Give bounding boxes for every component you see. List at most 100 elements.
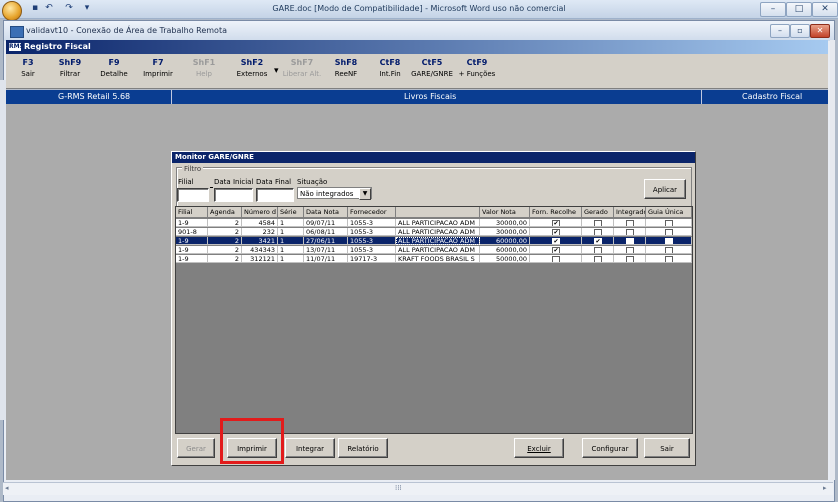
- cell-agenda[interactable]: 2: [208, 219, 242, 227]
- cell-forn-cod[interactable]: 1055-3: [348, 246, 396, 254]
- sair-button[interactable]: Sair: [644, 438, 690, 458]
- cell-agenda[interactable]: 2: [208, 237, 242, 245]
- cell-forn-nome[interactable]: ALL PARTICIPACAO ADM: [396, 219, 480, 227]
- cell-recolhe[interactable]: [530, 255, 582, 263]
- scroll-right-icon[interactable]: ▸: [823, 484, 827, 492]
- col-header-integrado[interactable]: Integrado: [614, 207, 646, 218]
- aplicar-button[interactable]: Aplicar: [644, 179, 686, 199]
- cell-guia[interactable]: [646, 255, 692, 263]
- cell-forn-nome[interactable]: ALL PARTICIPACAO ADM: [396, 228, 480, 236]
- cell-data[interactable]: 09/07/11: [304, 219, 348, 227]
- col-header-forn-recolhe[interactable]: Forn. Recolhe: [530, 207, 582, 218]
- col-header-serie[interactable]: Série: [278, 207, 304, 218]
- cell-filial[interactable]: 1-9: [176, 219, 208, 227]
- cell-filial[interactable]: 1-9: [176, 255, 208, 263]
- fkey-int-fin[interactable]: CtF8 Int.Fin: [368, 54, 412, 88]
- cell-valor[interactable]: 30000,00: [480, 219, 530, 227]
- cell-integrado[interactable]: [614, 228, 646, 236]
- table-row[interactable]: 1-9 2 4584 1 09/07/11 1055-3 ALL PARTICIPACAO …: [176, 219, 692, 227]
- rd-restore-icon[interactable]: ▫: [790, 24, 810, 38]
- cell-integrado[interactable]: [614, 255, 646, 263]
- checked-checkbox[interactable]: ✔: [552, 229, 560, 235]
- cell-gerado[interactable]: ✔: [582, 237, 614, 245]
- unchecked-checkbox[interactable]: [552, 256, 560, 262]
- unchecked-checkbox[interactable]: [594, 229, 602, 235]
- checked-checkbox[interactable]: ✔: [552, 247, 560, 253]
- cell-recolhe[interactable]: ✔: [530, 228, 582, 236]
- cell-guia[interactable]: [646, 219, 692, 227]
- unchecked-checkbox[interactable]: [626, 220, 634, 226]
- cell-filial[interactable]: 1-9: [176, 246, 208, 254]
- col-header-fornecedor-nome[interactable]: [396, 207, 480, 218]
- fkey-imprimir[interactable]: F7 Imprimir: [136, 54, 180, 88]
- cell-numero[interactable]: 232: [242, 228, 278, 236]
- rd-minimize-icon[interactable]: –: [770, 24, 790, 38]
- close-icon[interactable]: ✕: [812, 2, 838, 17]
- cell-integrado[interactable]: [614, 237, 646, 245]
- cell-forn-nome[interactable]: ALL PARTICIPACAO ADM: [396, 237, 480, 245]
- col-header-guia-unica[interactable]: Guia Única: [646, 207, 692, 218]
- unchecked-checkbox[interactable]: [626, 256, 634, 262]
- cell-recolhe[interactable]: ✔: [530, 246, 582, 254]
- fkey-gare-gnre[interactable]: CtF5 GARE/GNRE: [410, 54, 454, 88]
- cell-serie[interactable]: 1: [278, 255, 304, 263]
- chevron-down-icon[interactable]: ▼: [359, 188, 371, 200]
- table-row[interactable]: 1-9 2 312121 1 11/07/11 19717-3 KRAFT FOODS BR…: [176, 255, 692, 263]
- cell-forn-nome[interactable]: KRAFT FOODS BRASIL S: [396, 255, 480, 263]
- cell-gerado[interactable]: [582, 219, 614, 227]
- cell-data[interactable]: 13/07/11: [304, 246, 348, 254]
- table-row[interactable]: 1-9 2 3421 1 27/06/11 1055-3 ALL PARTICIPACAO …: [176, 237, 692, 245]
- cell-serie[interactable]: 1: [278, 228, 304, 236]
- maximize-icon[interactable]: □: [786, 2, 812, 17]
- cell-valor[interactable]: 60000,00: [480, 246, 530, 254]
- fkey-sair[interactable]: F3 Sair: [6, 54, 50, 88]
- scroll-left-icon[interactable]: ◂: [5, 484, 9, 492]
- cell-recolhe[interactable]: ✔: [530, 219, 582, 227]
- cell-guia[interactable]: [646, 228, 692, 236]
- cell-serie[interactable]: 1: [278, 246, 304, 254]
- unchecked-checkbox[interactable]: [665, 220, 673, 226]
- cell-numero[interactable]: 434343: [242, 246, 278, 254]
- col-header-filial[interactable]: Filial: [176, 207, 208, 218]
- unchecked-checkbox[interactable]: [626, 238, 634, 244]
- col-header-valor-nota[interactable]: Valor Nota: [480, 207, 530, 218]
- cell-valor[interactable]: 60000,00: [480, 237, 530, 245]
- cell-gerado[interactable]: [582, 228, 614, 236]
- gare-grid[interactable]: Filial Agenda Número d Série Data Nota F…: [175, 206, 693, 434]
- cell-integrado[interactable]: [614, 246, 646, 254]
- cell-forn-nome[interactable]: ALL PARTICIPACAO ADM: [396, 246, 480, 254]
- cell-agenda[interactable]: 2: [208, 246, 242, 254]
- cell-gerado[interactable]: [582, 246, 614, 254]
- fkey-externos[interactable]: ShF2 Externos: [230, 54, 274, 88]
- cell-filial[interactable]: 1-9: [176, 237, 208, 245]
- cell-valor[interactable]: 50000,00: [480, 255, 530, 263]
- cell-serie[interactable]: 1: [278, 219, 304, 227]
- table-row[interactable]: 901-8 2 232 1 06/08/11 1055-3 ALL PARTICIPACAO…: [176, 228, 692, 236]
- unchecked-checkbox[interactable]: [626, 247, 634, 253]
- situacao-select[interactable]: Não integrados ▼: [297, 187, 372, 200]
- cell-integrado[interactable]: [614, 219, 646, 227]
- cell-forn-cod[interactable]: 1055-3: [348, 237, 396, 245]
- cell-guia[interactable]: [646, 237, 692, 245]
- table-row[interactable]: 1-9 2 434343 1 13/07/11 1055-3 ALL PARTICIPACA…: [176, 246, 692, 254]
- scroll-thumb-grip-icon[interactable]: ⁞⁞⁞: [395, 484, 402, 492]
- cell-numero[interactable]: 312121: [242, 255, 278, 263]
- checked-checkbox[interactable]: ✔: [594, 238, 602, 244]
- cell-data[interactable]: 27/06/11: [304, 237, 348, 245]
- relatorio-button[interactable]: Relatório: [338, 438, 388, 458]
- horizontal-scrollbar[interactable]: ◂ ⁞⁞⁞ ▸: [3, 482, 833, 495]
- cell-valor[interactable]: 30000,00: [480, 228, 530, 236]
- unchecked-checkbox[interactable]: [665, 247, 673, 253]
- unchecked-checkbox[interactable]: [665, 238, 673, 244]
- cell-agenda[interactable]: 2: [208, 228, 242, 236]
- rd-close-icon[interactable]: ✕: [810, 24, 830, 38]
- cell-data[interactable]: 11/07/11: [304, 255, 348, 263]
- minimize-icon[interactable]: –: [760, 2, 786, 17]
- col-header-agenda[interactable]: Agenda: [208, 207, 242, 218]
- unchecked-checkbox[interactable]: [594, 220, 602, 226]
- cell-forn-cod[interactable]: 1055-3: [348, 228, 396, 236]
- unchecked-checkbox[interactable]: [626, 229, 634, 235]
- cell-data[interactable]: 06/08/11: [304, 228, 348, 236]
- right-scrollbar[interactable]: [830, 40, 835, 480]
- cell-numero[interactable]: 3421: [242, 237, 278, 245]
